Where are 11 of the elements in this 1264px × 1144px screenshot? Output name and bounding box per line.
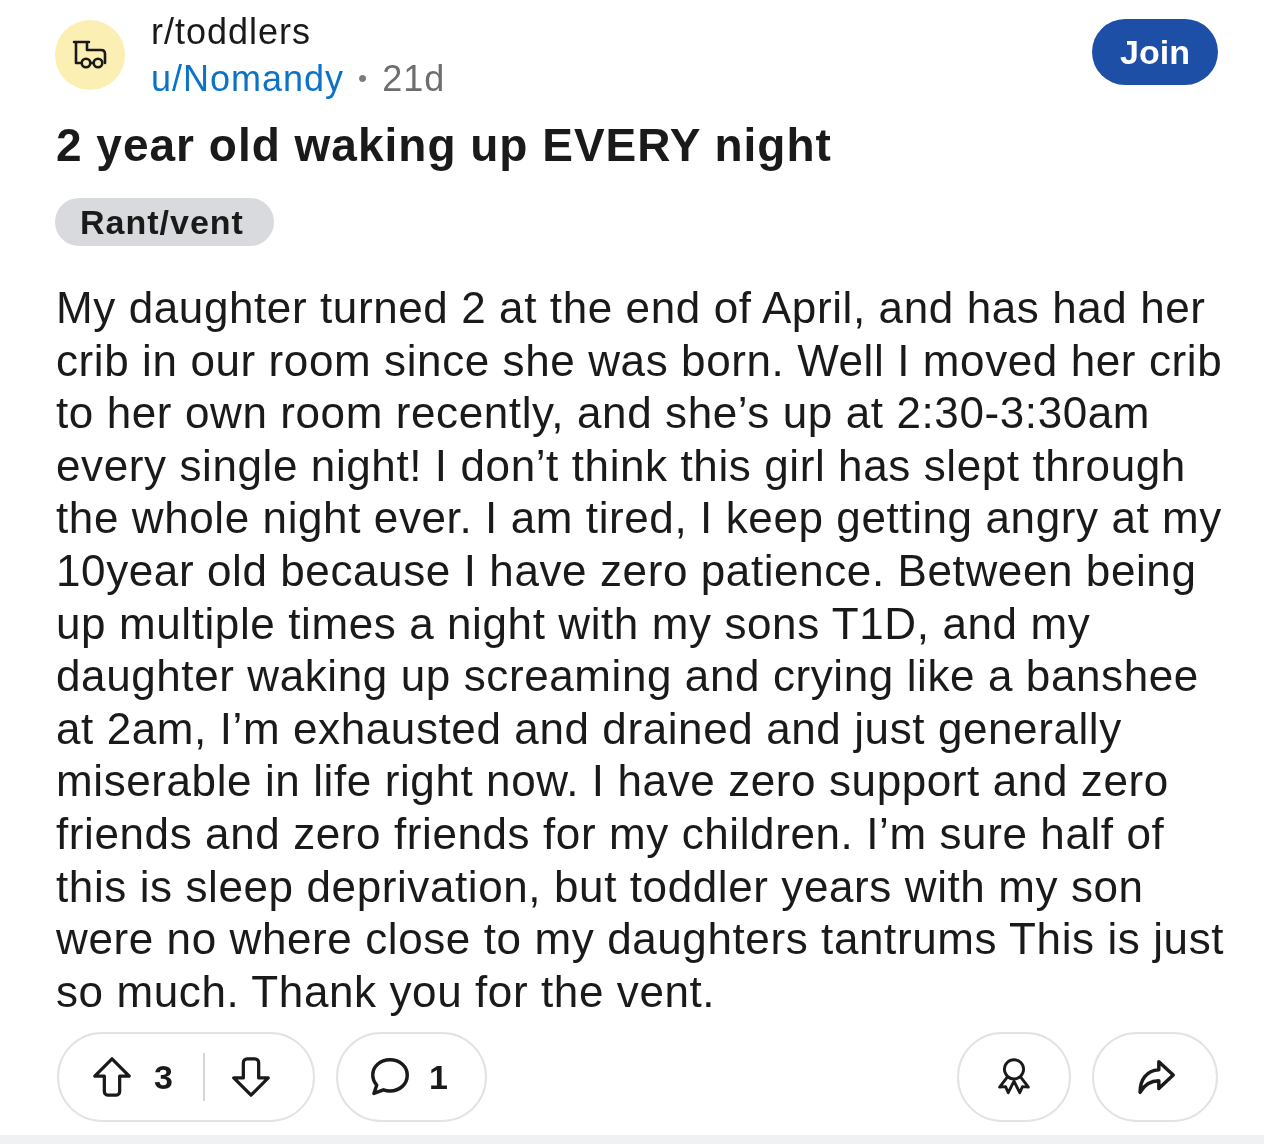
train-icon[interactable] bbox=[55, 20, 125, 90]
post-age: 21d bbox=[382, 57, 446, 101]
post-title: 2 year old waking up EVERY night bbox=[56, 118, 832, 173]
join-button[interactable]: Join bbox=[1092, 19, 1218, 85]
vote-count: 3 bbox=[154, 1057, 173, 1097]
comments-button[interactable]: 1 bbox=[336, 1032, 487, 1123]
author-link[interactable]: u/Nomandy bbox=[151, 55, 345, 102]
subreddit-name[interactable]: r/toddlers bbox=[151, 8, 446, 55]
separator-dot: • bbox=[358, 62, 369, 95]
post-body: My daughter turned 2 at the end of April, and has had her crib in our room since she was born. Well I moved her crib to her own room recently, and she’s up at 2:30-3:30am every single night! I don’t think this girl has slept through the whole night ever. I am tired, I keep getting angry at my 10year old because I have zero patience. Between being up multiple times a night with my sons T1D, and my daughter waking up screaming and crying like a banshee at 2am, I’m exhausted and drained and just generally miserable in life right now. I have zero support and zero friends and zero friends for my children. I’m sure half of this is sleep deprivation, but toddler years with my son were no where close to my daughters tantrums This is just so much. Thank you for the vent. bbox=[56, 282, 1226, 1018]
flair-tag[interactable]: Rant/vent bbox=[55, 198, 274, 246]
